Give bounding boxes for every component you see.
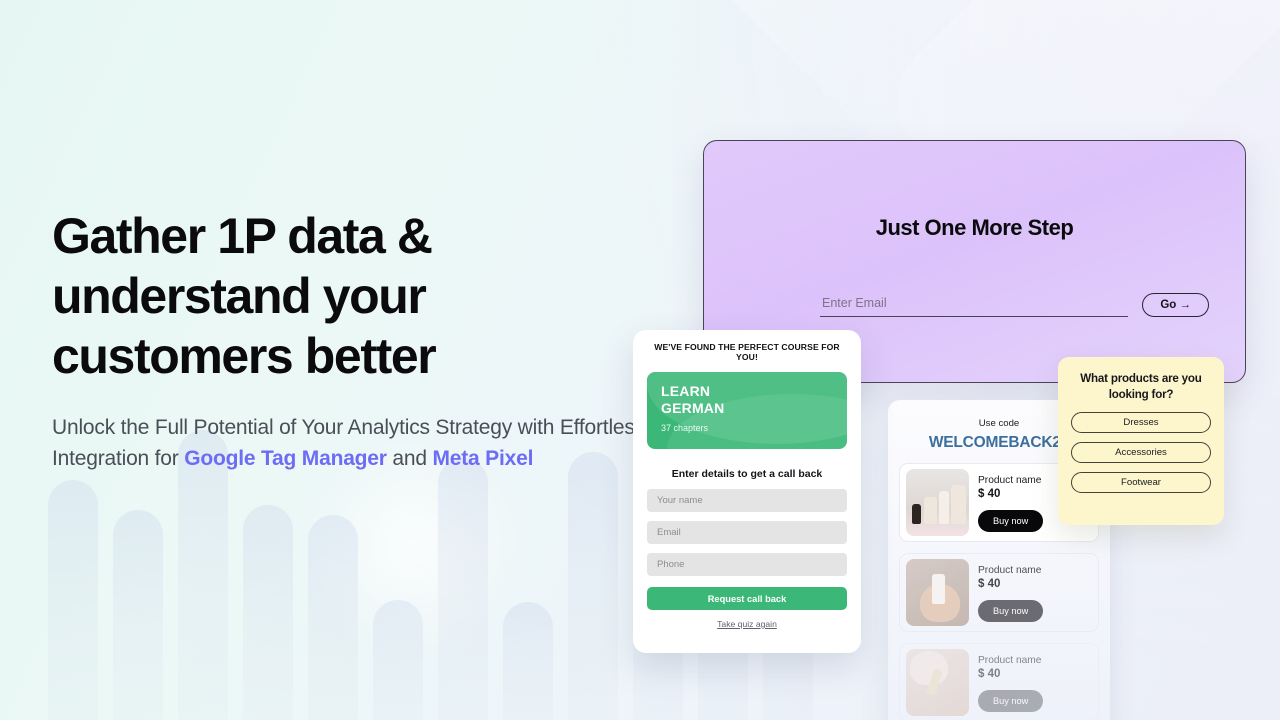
hero-highlight-gtm: Google Tag Manager xyxy=(184,447,387,470)
product-name: Product name xyxy=(978,655,1042,666)
product-row[interactable]: Product name $ 40 Buy now xyxy=(899,553,1099,632)
hero-section: Gather 1P data & understand your custome… xyxy=(52,206,652,474)
email-input[interactable] xyxy=(820,293,1129,317)
background-bar xyxy=(48,480,98,720)
background-bar xyxy=(373,600,423,720)
request-call-back-button[interactable]: Request call back xyxy=(647,587,847,610)
email-card-title: Just One More Step xyxy=(875,215,1074,240)
background-bar xyxy=(113,510,163,720)
quiz-popup-card: What products are you looking for? Dress… xyxy=(1058,357,1224,525)
buy-now-button[interactable]: Buy now xyxy=(978,510,1044,532)
course-form-title: Enter details to get a call back xyxy=(671,468,823,480)
course-chapter-count: 37 chapters xyxy=(661,423,709,433)
course-eyebrow: WE'VE FOUND THE PERFECT COURSE FOR YOU! xyxy=(654,342,840,362)
course-title-line1: LEARN xyxy=(661,383,711,399)
product-price: $ 40 xyxy=(978,668,1001,680)
hero-subtitle-part2: and xyxy=(386,447,433,470)
quiz-option-dresses[interactable]: Dresses xyxy=(1071,412,1211,433)
quiz-option-accessories[interactable]: Accessories xyxy=(1071,442,1211,463)
product-info: Product name $ 40 Buy now xyxy=(978,653,1092,712)
product-price: $ 40 xyxy=(978,578,1001,590)
hero-highlight-meta-pixel: Meta Pixel xyxy=(432,447,534,470)
course-name-input[interactable] xyxy=(647,489,847,512)
course-title-line2: GERMAN xyxy=(661,400,725,416)
take-quiz-again-link[interactable]: Take quiz again xyxy=(647,619,847,629)
course-email-input[interactable] xyxy=(647,521,847,544)
hero-subtitle: Unlock the Full Potential of Your Analyt… xyxy=(52,412,652,474)
quiz-option-footwear[interactable]: Footwear xyxy=(1071,472,1211,493)
course-banner: LEARN GERMAN 37 chapters xyxy=(647,372,847,449)
product-thumbnail xyxy=(906,469,969,536)
course-phone-input[interactable] xyxy=(647,553,847,576)
product-thumbnail xyxy=(906,559,969,626)
product-name: Product name xyxy=(978,565,1042,576)
quiz-question: What products are you looking for? xyxy=(1080,372,1202,401)
course-banner-title: LEARN GERMAN xyxy=(661,383,847,417)
buy-now-button[interactable]: Buy now xyxy=(978,600,1044,622)
background-bar xyxy=(438,458,488,720)
go-button[interactable]: Go → xyxy=(1142,293,1209,317)
page-title: Gather 1P data & understand your custome… xyxy=(52,208,437,384)
background-bar xyxy=(243,505,293,720)
background-bar xyxy=(503,602,553,720)
buy-now-button[interactable]: Buy now xyxy=(978,690,1044,712)
product-thumbnail xyxy=(906,649,969,716)
course-recommendation-card: WE'VE FOUND THE PERFECT COURSE FOR YOU! … xyxy=(633,330,861,653)
background-bar xyxy=(568,452,618,720)
background-bar xyxy=(308,515,358,720)
email-form-row: Go → xyxy=(820,293,1209,317)
product-info: Product name $ 40 Buy now xyxy=(978,563,1092,622)
product-row[interactable]: Product name $ 40 Buy now xyxy=(899,643,1099,720)
